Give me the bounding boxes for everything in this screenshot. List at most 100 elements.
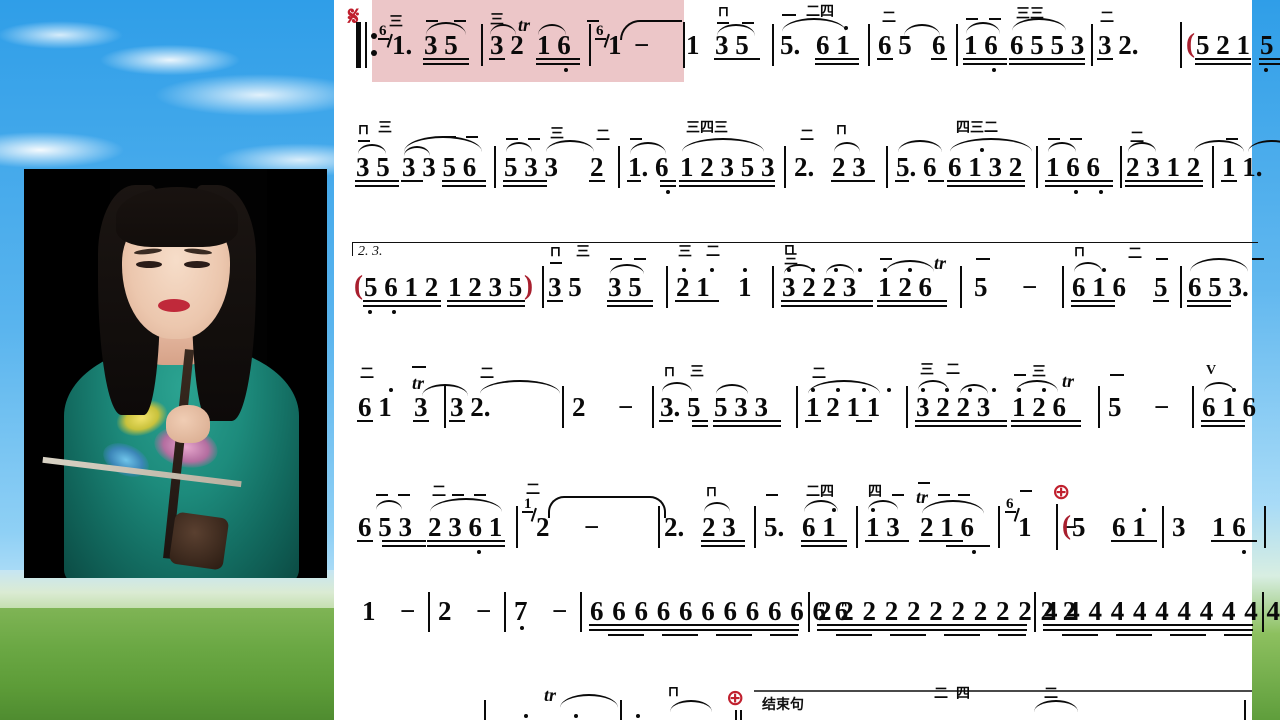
beam — [679, 185, 775, 187]
beam — [1071, 300, 1115, 302]
beam — [442, 185, 486, 187]
slur — [560, 694, 618, 708]
bowing-mark — [966, 18, 978, 20]
barline — [1244, 700, 1246, 720]
position-mark: 二 — [596, 129, 610, 144]
beam — [413, 420, 429, 422]
slur — [1034, 700, 1078, 712]
score-row-1[interactable]: 𝄋 6 三 1. 3 5 三 tr 3 2 1 6 6 1 − 1 ⊓ 3 5 … — [334, 0, 1280, 95]
beam — [1201, 425, 1245, 427]
bowing-mark — [1110, 374, 1124, 376]
barline — [516, 506, 518, 548]
note: 2 3 — [832, 152, 866, 182]
octave-dot-low — [972, 550, 976, 554]
position-mark: 二 — [882, 11, 896, 26]
bowing-mark — [958, 494, 970, 496]
erhu-soundbox — [168, 511, 230, 571]
beam — [1097, 58, 1113, 60]
slur — [898, 140, 942, 152]
performer-video[interactable] — [24, 169, 327, 578]
beam — [692, 425, 708, 427]
barline — [1192, 386, 1194, 428]
octave-dot-low — [520, 626, 524, 630]
beam — [1011, 425, 1081, 427]
repeat-start-thin — [365, 22, 367, 68]
score-row-2[interactable]: ⊓ 三 3 5 3 3 5 6 三 二 5 3 3 2 1. 6 三四三 1 2… — [334, 118, 1280, 213]
position-mark: 二 — [360, 367, 374, 382]
bowing-mark — [587, 20, 599, 22]
bowing-mark — [398, 494, 410, 496]
octave-dot-low — [992, 68, 996, 72]
barline — [740, 710, 742, 720]
beam — [1224, 634, 1252, 636]
beam — [1195, 58, 1251, 60]
slur — [1190, 258, 1248, 272]
note: 1 — [686, 30, 700, 60]
beam — [963, 58, 1007, 60]
note: 5 — [1108, 392, 1122, 422]
note: − — [1154, 392, 1170, 422]
octave-dot-high — [389, 388, 393, 392]
octave-dot-high — [887, 388, 891, 392]
octave-dot-low — [636, 714, 640, 718]
octave-dot-high — [1102, 268, 1106, 272]
performer-mouth — [158, 299, 190, 312]
volta-bracket-23 — [352, 242, 1258, 256]
octave-dot-high — [844, 26, 848, 30]
note: 5 — [1154, 272, 1168, 302]
score-row-6[interactable]: 1 − 2 − 7 − 6 6 6 6 6 6 6 6 6 6 6 6 2 2 … — [334, 580, 1280, 650]
bowing-mark — [1014, 374, 1026, 376]
coda-icon: ⊕ — [726, 686, 745, 711]
beam — [1201, 420, 1245, 422]
beam — [928, 180, 944, 182]
beam — [660, 185, 676, 187]
beam — [856, 420, 872, 422]
slur — [1194, 140, 1244, 152]
barline — [1262, 592, 1264, 632]
beam — [831, 180, 875, 182]
note: 6 1 — [358, 392, 392, 422]
score-row-7-partial[interactable]: tr ⊓ ⊕ 结束句 二 四 二 — [334, 672, 1252, 720]
slur — [376, 500, 402, 510]
position-mark: 四 — [868, 485, 882, 500]
octave-dot-high — [871, 508, 875, 512]
beam — [1045, 185, 1113, 187]
beam — [1062, 634, 1098, 636]
note: 2. — [794, 152, 815, 182]
beam — [915, 420, 1007, 422]
bowing-mark — [412, 366, 426, 368]
beam — [382, 545, 426, 547]
score-row-5[interactable]: 6 5 3 二 2 3 6 1 1 二 2 − 2. ⊓ 2 3 5. 二四 6… — [334, 478, 1266, 573]
beam — [947, 185, 1025, 187]
note: 2 3 1 2 — [1126, 152, 1201, 182]
grace-underline — [378, 38, 389, 40]
note: 5. 6 — [896, 152, 937, 182]
position-mark: 二 — [934, 687, 948, 702]
bowing-mark — [528, 138, 540, 140]
note: 1 6 — [964, 30, 998, 60]
sheet-music-panel[interactable]: 𝄋 6 三 1. 3 5 三 tr 3 2 1 6 6 1 − 1 ⊓ 3 5 … — [334, 0, 1280, 720]
beam — [357, 540, 373, 542]
octave-dot-low — [1099, 190, 1103, 194]
note: 5 — [1072, 512, 1086, 542]
beam — [1043, 629, 1253, 631]
barline — [484, 700, 486, 720]
beam — [915, 425, 1007, 427]
barline — [666, 266, 668, 308]
score-row-3[interactable]: 2. 3. ( 5 6 1 2 1 2 3 5 ) ⊓ 三 3 5 3 5 三 … — [334, 238, 1264, 333]
beam — [1045, 180, 1113, 182]
barline — [1091, 24, 1093, 66]
beam — [781, 300, 873, 302]
barline — [906, 386, 908, 428]
barline — [562, 386, 564, 428]
barline — [868, 24, 870, 66]
score-row-4[interactable]: 二 6 1 tr 3 3 2. 二 2 − ⊓ 三 3. 5 5 3 3 二 1… — [334, 358, 1256, 453]
note: 6 1 — [1112, 512, 1146, 542]
beam — [589, 180, 605, 182]
bow-direction-mark: ⊓ — [706, 485, 717, 500]
beam — [890, 634, 926, 636]
beam — [679, 180, 775, 182]
barline — [1098, 386, 1100, 428]
position-mark: 二 — [812, 367, 826, 382]
beam — [1011, 420, 1081, 422]
